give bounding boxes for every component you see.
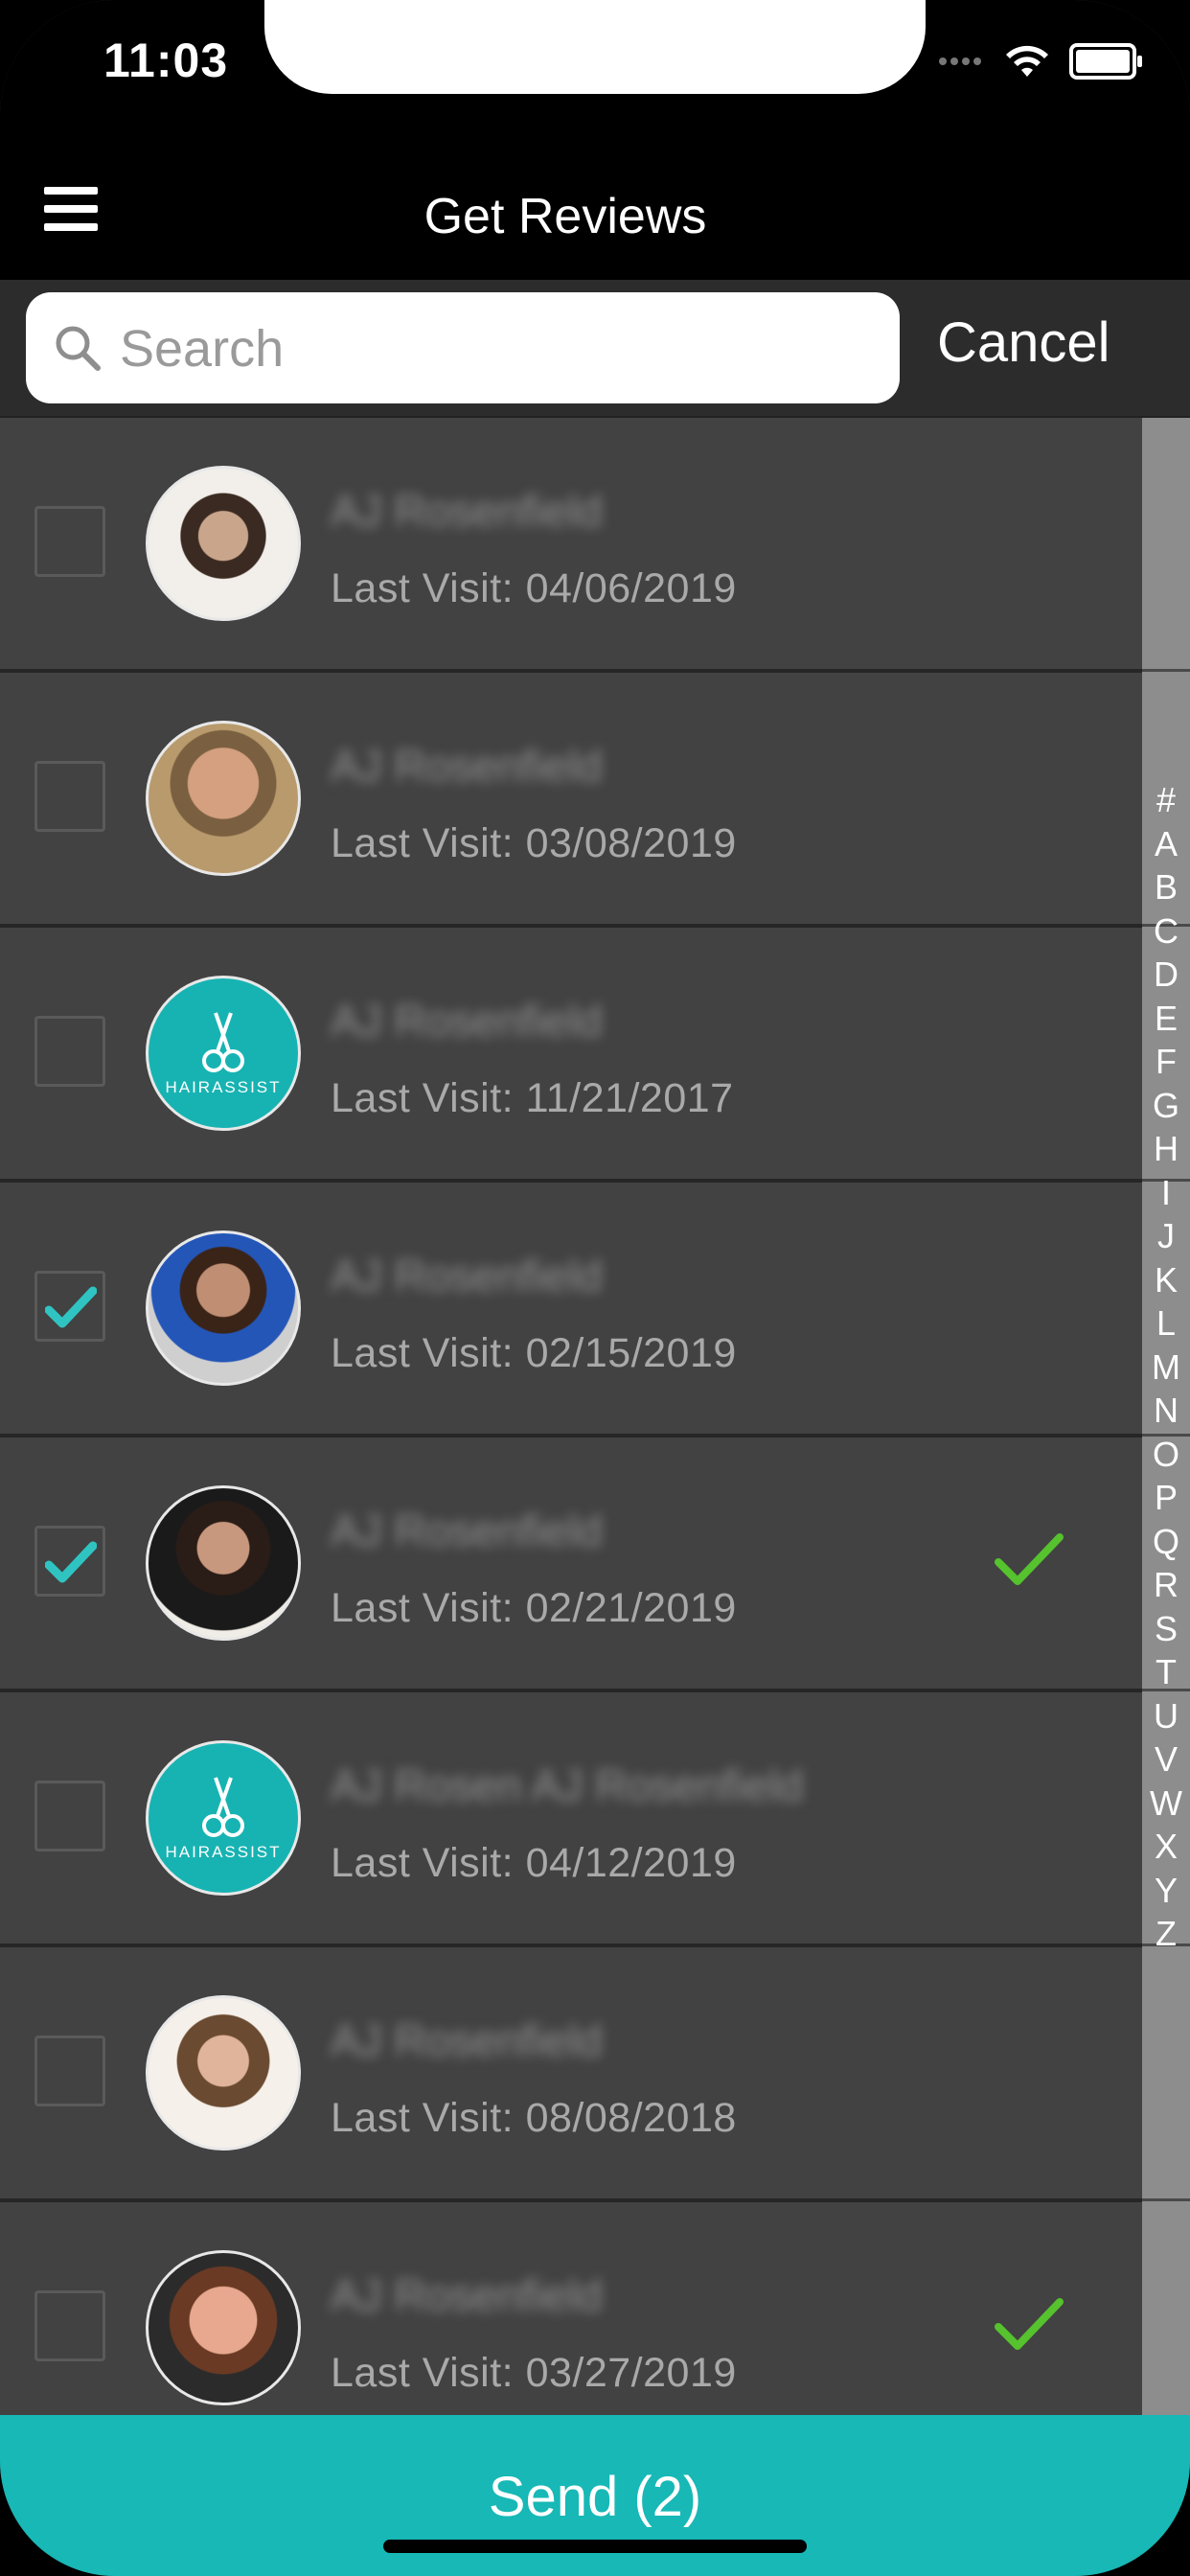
status-time: 11:03 bbox=[103, 34, 229, 87]
index-letter[interactable]: T bbox=[1142, 1650, 1190, 1694]
send-button-label: Send (2) bbox=[488, 2466, 702, 2528]
avatar bbox=[146, 1995, 301, 2150]
search-bar: Cancel bbox=[0, 280, 1190, 418]
last-visit-text: Last Visit: 04/12/2019 bbox=[331, 1840, 737, 1886]
sent-checkmark-icon bbox=[995, 2298, 1064, 2350]
home-indicator bbox=[383, 2540, 807, 2553]
index-letter[interactable]: # bbox=[1142, 778, 1190, 822]
contact-row[interactable]: AJ Rosenfield Last Visit: 04/06/2019 bbox=[0, 418, 1142, 673]
select-checkbox[interactable] bbox=[34, 2290, 105, 2361]
index-separator bbox=[1142, 2198, 1190, 2201]
contact-list: AJ Rosenfield Last Visit: 04/06/2019 AJ Ro… bbox=[0, 418, 1142, 2457]
signal-dots-icon bbox=[939, 53, 985, 70]
select-checkbox[interactable] bbox=[34, 761, 105, 832]
top-bar: 11:03 Get Reviews bbox=[0, 0, 1190, 280]
index-letter[interactable]: N bbox=[1142, 1389, 1190, 1433]
select-checkbox[interactable] bbox=[34, 2036, 105, 2106]
index-letter[interactable]: F bbox=[1142, 1040, 1190, 1084]
index-letter[interactable]: W bbox=[1142, 1782, 1190, 1826]
index-letter[interactable]: Z bbox=[1142, 1912, 1190, 1956]
index-letter[interactable]: K bbox=[1142, 1258, 1190, 1302]
hairassist-logo-avatar: HAIRASSIST bbox=[146, 976, 301, 1131]
scissors-icon bbox=[202, 1777, 244, 1837]
contact-row[interactable]: AJ Rosenfield Last Visit: 08/08/2018 bbox=[0, 1947, 1142, 2202]
index-letter[interactable]: V bbox=[1142, 1737, 1190, 1782]
index-letter[interactable]: R bbox=[1142, 1563, 1190, 1607]
index-letter[interactable]: X bbox=[1142, 1825, 1190, 1869]
page-title: Get Reviews bbox=[423, 189, 707, 244]
wifi-icon bbox=[1006, 45, 1048, 77]
status-icons bbox=[939, 42, 1142, 80]
checkmark-icon bbox=[45, 1286, 97, 1328]
index-letter[interactable]: P bbox=[1142, 1476, 1190, 1520]
index-letter[interactable]: J bbox=[1142, 1214, 1190, 1258]
search-field[interactable] bbox=[26, 292, 900, 405]
cancel-button[interactable]: Cancel bbox=[937, 310, 1110, 375]
contact-name: AJ Rosenfield bbox=[331, 1251, 603, 1300]
search-icon bbox=[56, 326, 101, 371]
select-checkbox[interactable] bbox=[34, 1271, 105, 1342]
contact-name: AJ Rosenfield bbox=[331, 2015, 603, 2065]
index-letter[interactable]: H bbox=[1142, 1127, 1190, 1171]
index-letter[interactable]: A bbox=[1142, 822, 1190, 866]
index-letter[interactable]: M bbox=[1142, 1346, 1190, 1390]
avatar bbox=[146, 1485, 301, 1641]
select-checkbox[interactable] bbox=[34, 506, 105, 577]
index-letter[interactable]: I bbox=[1142, 1171, 1190, 1215]
avatar bbox=[146, 721, 301, 876]
index-letter[interactable]: B bbox=[1142, 865, 1190, 909]
contact-name: AJ Rosenfield bbox=[331, 2270, 603, 2320]
last-visit-text: Last Visit: 02/15/2019 bbox=[331, 1330, 737, 1376]
phone-screen: 11:03 Get Reviews Cancel AJ Rosenfield La… bbox=[0, 0, 1190, 2576]
search-input[interactable] bbox=[118, 292, 888, 405]
contact-row[interactable]: AJ Rosenfield Last Visit: 03/08/2019 bbox=[0, 673, 1142, 928]
avatar-logo-text: HAIRASSIST bbox=[165, 1078, 282, 1096]
select-checkbox[interactable] bbox=[34, 1781, 105, 1852]
index-letter[interactable]: E bbox=[1142, 997, 1190, 1041]
index-letter[interactable]: G bbox=[1142, 1084, 1190, 1128]
contact-row[interactable]: AJ Rosenfield Last Visit: 02/21/2019 bbox=[0, 1438, 1142, 1692]
index-separator bbox=[1142, 669, 1190, 672]
checkmark-icon bbox=[45, 1541, 97, 1583]
select-checkbox[interactable] bbox=[34, 1526, 105, 1597]
notch bbox=[264, 0, 926, 94]
index-letter[interactable]: L bbox=[1142, 1301, 1190, 1346]
last-visit-text: Last Visit: 03/27/2019 bbox=[331, 2350, 737, 2396]
contact-name: AJ Rosen AJ Rosenfield bbox=[331, 1760, 804, 1810]
battery-icon bbox=[1069, 43, 1142, 80]
index-letter[interactable]: C bbox=[1142, 909, 1190, 954]
index-letter[interactable]: Q bbox=[1142, 1520, 1190, 1564]
last-visit-text: Last Visit: 04/06/2019 bbox=[331, 565, 737, 611]
index-letter[interactable]: D bbox=[1142, 953, 1190, 997]
alphabet-index-letters: # A B C D E F G H I J K L M N O P Q R S T U V W X Y Z bbox=[1142, 778, 1190, 1956]
contact-name: AJ Rosenfield bbox=[331, 1506, 603, 1555]
contact-name: AJ Rosenfield bbox=[331, 996, 603, 1046]
index-letter[interactable]: Y bbox=[1142, 1869, 1190, 1913]
avatar bbox=[146, 2250, 301, 2405]
last-visit-text: Last Visit: 08/08/2018 bbox=[331, 2095, 737, 2141]
index-letter[interactable]: O bbox=[1142, 1433, 1190, 1477]
sent-checkmark-icon bbox=[995, 1533, 1064, 1585]
avatar bbox=[146, 466, 301, 621]
contact-name: AJ Rosenfield bbox=[331, 486, 603, 536]
contact-name: AJ Rosenfield bbox=[331, 741, 603, 791]
avatar-logo-text: HAIRASSIST bbox=[165, 1843, 282, 1861]
index-letter[interactable]: S bbox=[1142, 1607, 1190, 1651]
index-letter[interactable]: U bbox=[1142, 1694, 1190, 1738]
last-visit-text: Last Visit: 02/21/2019 bbox=[331, 1585, 737, 1631]
hairassist-logo-avatar: HAIRASSIST bbox=[146, 1740, 301, 1896]
select-checkbox[interactable] bbox=[34, 1016, 105, 1087]
last-visit-text: Last Visit: 11/21/2017 bbox=[331, 1075, 734, 1121]
contact-row[interactable]: AJ Rosenfield Last Visit: 02/15/2019 bbox=[0, 1183, 1142, 1438]
contact-row[interactable]: HAIRASSIST AJ Rosen AJ Rosenfield Last Vis… bbox=[0, 1692, 1142, 1947]
avatar bbox=[146, 1230, 301, 1386]
last-visit-text: Last Visit: 03/08/2019 bbox=[331, 820, 737, 866]
scissors-icon bbox=[202, 1012, 244, 1072]
contact-row[interactable]: HAIRASSIST AJ Rosenfield Last Visit: 11/21… bbox=[0, 928, 1142, 1183]
